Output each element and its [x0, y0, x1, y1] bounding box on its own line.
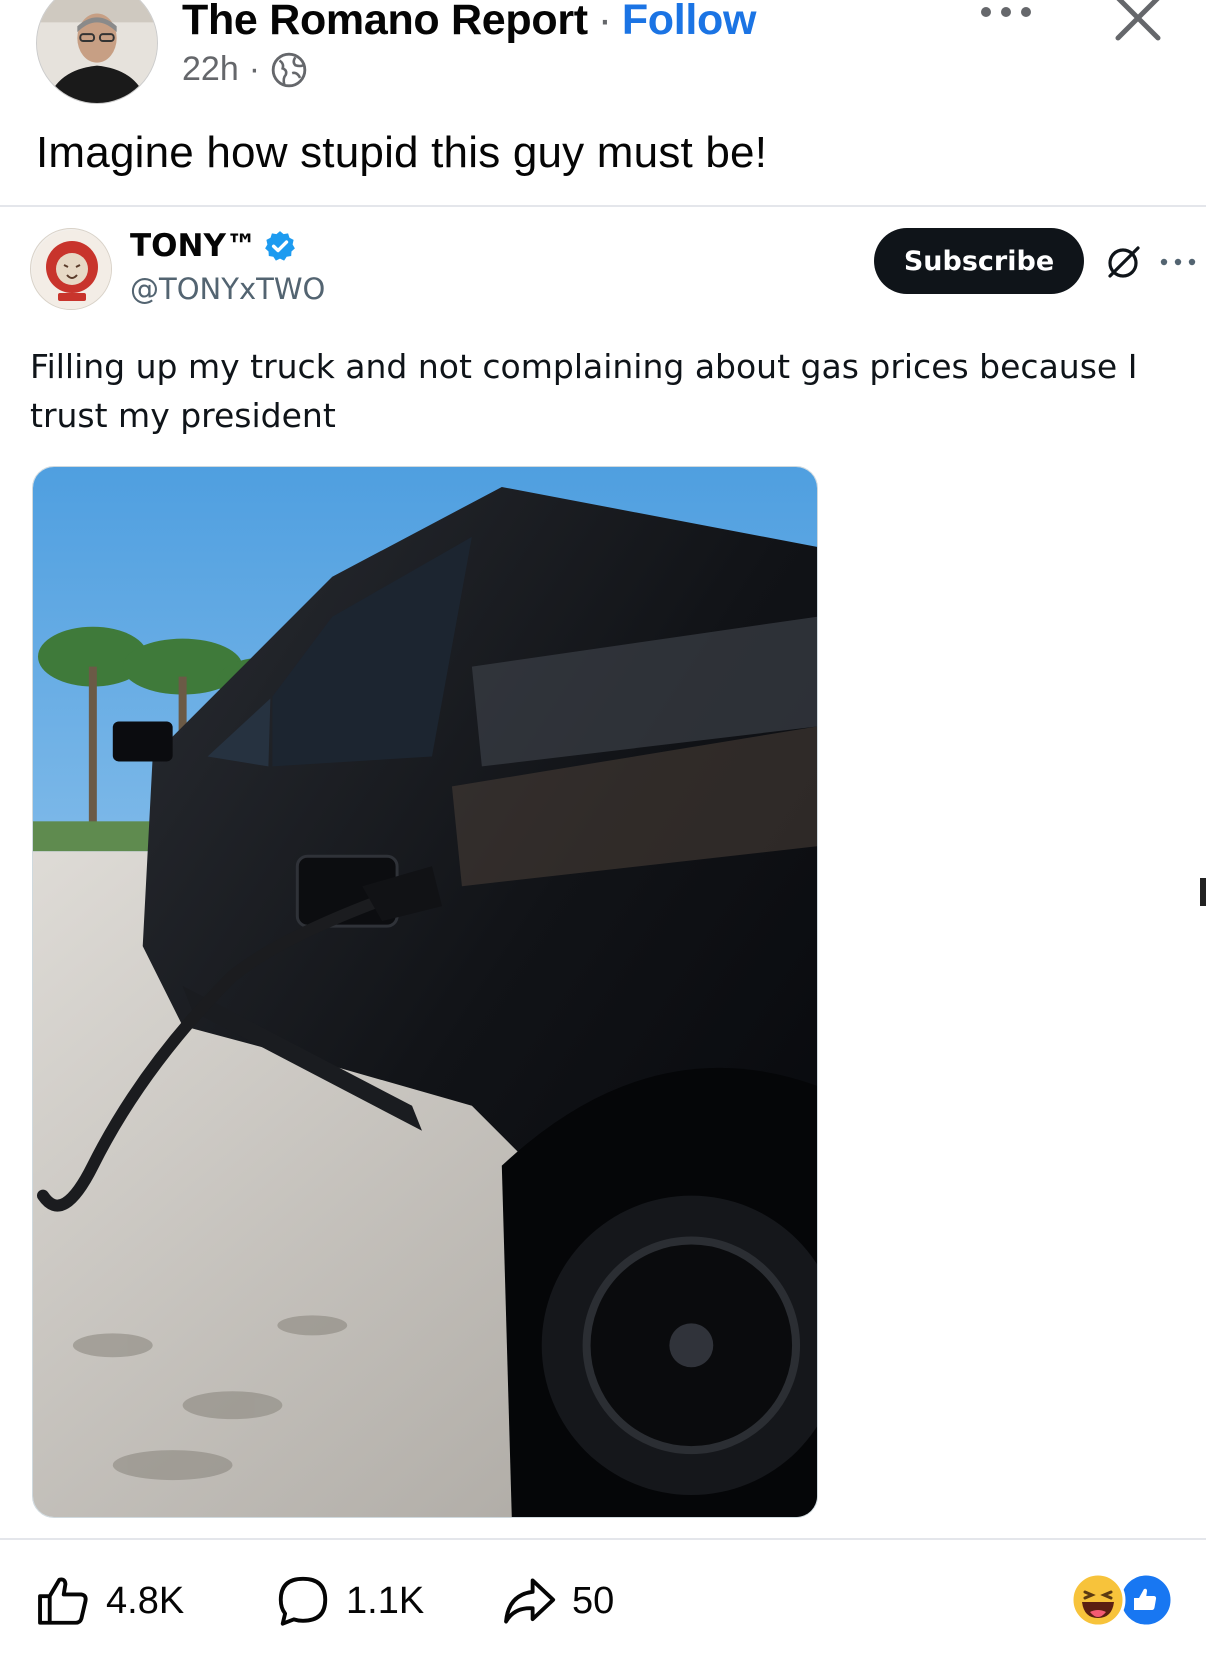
share-count: 50	[572, 1579, 615, 1622]
tweet-display-name-row: TONY™	[130, 228, 297, 264]
like-icon	[38, 1577, 88, 1625]
comment-button[interactable]: 1.1K	[274, 1572, 424, 1630]
like-reaction-icon	[1118, 1572, 1174, 1628]
title-separator: ·	[597, 0, 612, 44]
tweet-display-name[interactable]: TONY™	[130, 228, 257, 264]
author-name[interactable]: The Romano Report	[182, 0, 588, 44]
like-count: 4.8K	[106, 1579, 185, 1622]
tweet-author-avatar[interactable]	[30, 228, 112, 310]
close-icon[interactable]	[1110, 0, 1166, 44]
facebook-post-page: The Romano Report · Follow 22h · Imagine h…	[0, 0, 1206, 1670]
haha-reaction-icon	[1070, 1572, 1126, 1628]
more-icon[interactable]	[976, 0, 1036, 30]
reactions-summary[interactable]	[1068, 1572, 1174, 1628]
verified-icon	[265, 231, 295, 261]
globe-icon[interactable]	[270, 51, 308, 89]
tweet-handle[interactable]: @TONYxTWO	[130, 272, 325, 306]
tweet-text: Filling up my truck and not complaining …	[30, 347, 1138, 435]
divider	[0, 1538, 1206, 1540]
author-avatar-image	[37, 0, 157, 103]
subscribe-button[interactable]: Subscribe	[874, 228, 1084, 294]
grok-icon[interactable]	[1104, 242, 1144, 282]
tweet-photo[interactable]	[32, 466, 818, 1518]
comment-icon	[278, 1576, 328, 1626]
post-caption: Imagine how stupid this guy must be!	[36, 128, 768, 177]
meta-separator: ·	[248, 50, 261, 88]
post-meta: 22h ·	[182, 50, 308, 89]
divider	[0, 205, 1206, 207]
scroll-edge-mark	[1200, 878, 1206, 906]
follow-button[interactable]: Follow	[622, 0, 757, 44]
comment-count: 1.1K	[346, 1579, 425, 1622]
tweet-more-icon[interactable]	[1158, 254, 1198, 270]
post-header-title: The Romano Report · Follow	[182, 0, 756, 45]
lion-logo-image	[32, 230, 111, 309]
author-avatar[interactable]	[36, 0, 158, 104]
post-time[interactable]: 22h	[182, 50, 239, 89]
share-icon	[504, 1578, 556, 1624]
truck-fueling-image	[33, 467, 817, 1517]
share-button[interactable]: 50	[500, 1572, 614, 1630]
like-button[interactable]: 4.8K	[34, 1572, 184, 1630]
